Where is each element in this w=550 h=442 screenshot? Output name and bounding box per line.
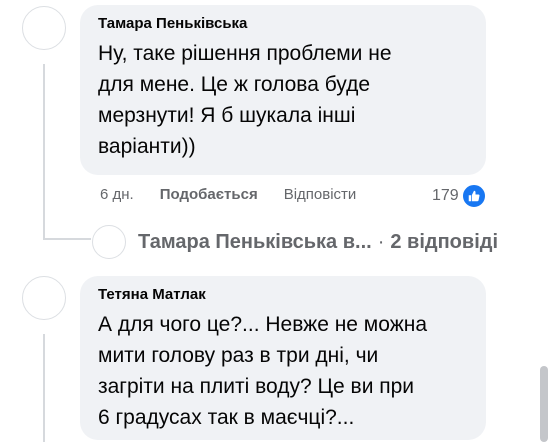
comment-actions: 6 дн. Подобається Відповісти <box>100 186 356 203</box>
comment-author[interactable]: Тетяна Матлак <box>98 285 472 305</box>
avatar[interactable] <box>22 6 66 50</box>
reply-button[interactable]: Відповісти <box>284 186 357 203</box>
reaction-summary[interactable]: 179 <box>432 183 487 209</box>
comment-bubble: Тамара Пеньківська Ну, таке рішення проб… <box>80 5 486 175</box>
like-icon <box>460 183 487 209</box>
scrollbar-thumb[interactable] <box>540 366 548 442</box>
thread-line <box>43 334 45 442</box>
reply-avatar <box>92 225 126 259</box>
comment-timestamp[interactable]: 6 дн. <box>100 186 134 203</box>
comment-author[interactable]: Тамара Пеньківська <box>98 14 472 34</box>
view-replies-link[interactable]: Тамара Пеньківська в... · 2 відповіді <box>92 225 498 259</box>
reaction-count: 179 <box>432 187 459 204</box>
thread-line <box>43 64 45 240</box>
comments-section: Тамара Пеньківська Ну, таке рішення проб… <box>0 0 550 442</box>
reply-author: Тамара Пеньківська в... <box>138 230 372 253</box>
separator: · <box>377 230 385 253</box>
comment-text: А для чого це?... Невже не можна мити го… <box>98 313 428 429</box>
avatar[interactable] <box>22 276 66 320</box>
reply-count: 2 відповіді <box>390 230 499 253</box>
like-button[interactable]: Подобається <box>160 186 258 203</box>
thread-connector <box>43 238 91 240</box>
comment-text: Ну, таке рішення проблеми не для мене. Ц… <box>98 42 392 158</box>
comment-bubble: Тетяна Матлак А для чого це?... Невже не… <box>80 276 486 440</box>
